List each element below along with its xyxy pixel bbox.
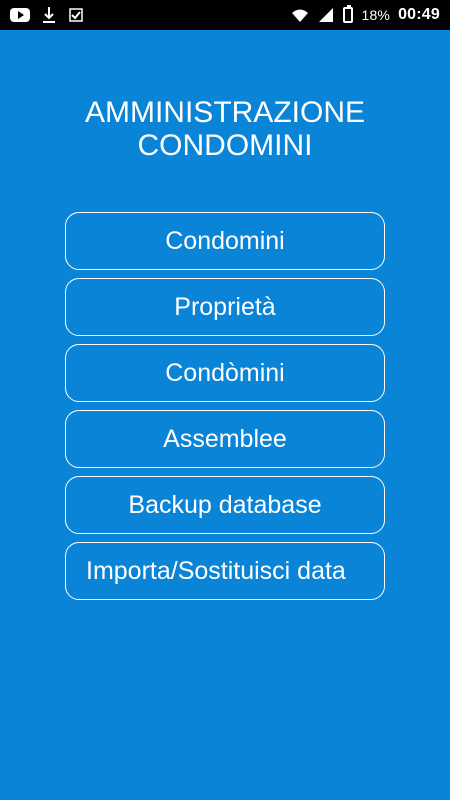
wifi-icon xyxy=(291,7,309,23)
status-left xyxy=(10,6,84,24)
battery-percent: 18% xyxy=(361,7,391,23)
download-icon xyxy=(42,6,56,24)
assemblee-button[interactable]: Assemblee xyxy=(65,410,385,468)
main-menu: Condomini Proprietà Condòmini Assemblee … xyxy=(65,212,385,600)
backup-database-button[interactable]: Backup database xyxy=(65,476,385,534)
import-replace-database-button[interactable]: Importa/Sostituisci data xyxy=(65,542,385,600)
status-bar: 18% 00:49 xyxy=(0,0,450,30)
condomini-button[interactable]: Condomini xyxy=(65,212,385,270)
status-time: 00:49 xyxy=(398,6,440,23)
signal-icon xyxy=(317,7,335,23)
youtube-icon xyxy=(10,8,30,22)
proprieta-button[interactable]: Proprietà xyxy=(65,278,385,336)
check-badge-icon xyxy=(68,7,84,23)
condomini-owners-button[interactable]: Condòmini xyxy=(65,344,385,402)
battery-icon xyxy=(343,5,354,23)
page-title: AMMINISTRAZIONE CONDOMINI xyxy=(84,96,365,162)
status-right: 18% 00:49 xyxy=(291,5,440,24)
